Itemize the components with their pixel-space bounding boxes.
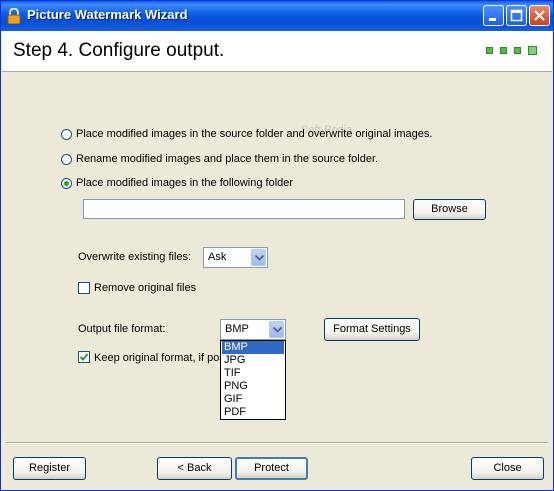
output-folder-input[interactable] bbox=[83, 199, 405, 219]
browse-button[interactable]: Browse bbox=[413, 199, 486, 220]
minimize-icon bbox=[489, 18, 496, 21]
keep-format-checkbox[interactable] bbox=[78, 351, 90, 363]
format-settings-button[interactable]: Format Settings bbox=[324, 318, 420, 341]
remove-original-checkbox[interactable] bbox=[78, 282, 90, 294]
output-format-value: BMP bbox=[225, 323, 249, 335]
output-format-select[interactable]: BMP bbox=[220, 319, 286, 340]
radio-dot bbox=[64, 181, 69, 186]
window-title: Picture Watermark Wizard bbox=[27, 7, 188, 22]
radio-following-folder-label[interactable]: Place modified images in the following f… bbox=[76, 177, 293, 189]
page-title: Step 4. Configure output. bbox=[13, 40, 225, 61]
overwrite-dropdown-button[interactable] bbox=[251, 249, 266, 266]
browse-button-label: Browse bbox=[431, 203, 468, 215]
footer-divider bbox=[6, 442, 548, 444]
protect-button[interactable]: Protect bbox=[235, 457, 308, 480]
format-option-pdf[interactable]: PDF bbox=[222, 406, 284, 419]
output-format-dropdown-button[interactable] bbox=[269, 321, 284, 338]
close-icon bbox=[534, 10, 545, 21]
overwrite-select[interactable]: Ask bbox=[203, 247, 268, 268]
progress-step-2 bbox=[500, 47, 507, 54]
close-button[interactable]: Close bbox=[471, 457, 544, 480]
lock-icon bbox=[7, 8, 21, 24]
radio-rename-in-source-label[interactable]: Rename modified images and place them in… bbox=[76, 153, 378, 165]
overwrite-select-value: Ask bbox=[208, 251, 227, 263]
keep-format-label[interactable]: Keep original format, if pos bbox=[94, 352, 225, 364]
radio-overwrite-originals[interactable] bbox=[61, 129, 72, 140]
title-bar[interactable]: Picture Watermark Wizard bbox=[1, 1, 553, 31]
output-format-label: Output file format: bbox=[78, 323, 166, 335]
checkmark-icon bbox=[79, 353, 89, 361]
radio-rename-in-source[interactable] bbox=[61, 154, 72, 165]
overwrite-label: Overwrite existing files: bbox=[78, 251, 192, 263]
wizard-window: Picture Watermark Wizard Step 4. Configu… bbox=[0, 0, 554, 491]
format-option-gif[interactable]: GIF bbox=[222, 393, 284, 406]
back-button[interactable]: < Back bbox=[157, 457, 232, 480]
format-option-tif[interactable]: TIF bbox=[222, 367, 284, 380]
remove-original-label[interactable]: Remove original files bbox=[94, 282, 196, 294]
register-button[interactable]: Register bbox=[13, 457, 86, 480]
register-button-label: Register bbox=[29, 462, 70, 474]
format-option-png[interactable]: PNG bbox=[222, 380, 284, 393]
maximize-icon bbox=[510, 9, 523, 22]
format-option-bmp[interactable]: BMP bbox=[222, 341, 284, 354]
close-window-button[interactable] bbox=[529, 5, 550, 26]
protect-button-label: Protect bbox=[254, 462, 289, 474]
radio-overwrite-originals-label[interactable]: Place modified images in the source fold… bbox=[76, 128, 432, 140]
chevron-down-icon bbox=[255, 255, 264, 261]
minimize-button[interactable] bbox=[483, 5, 504, 26]
chevron-down-icon bbox=[273, 327, 282, 333]
output-format-dropdown-list[interactable]: BMP JPG TIF PNG GIF PDF bbox=[220, 340, 286, 420]
close-button-label: Close bbox=[493, 462, 522, 474]
back-button-label: < Back bbox=[177, 462, 212, 474]
progress-step-1 bbox=[486, 47, 493, 54]
radio-following-folder[interactable] bbox=[61, 178, 72, 189]
wizard-header: Step 4. Configure output. bbox=[2, 31, 552, 72]
maximize-button[interactable] bbox=[506, 5, 527, 26]
format-settings-button-label: Format Settings bbox=[333, 323, 411, 335]
format-option-jpg[interactable]: JPG bbox=[222, 354, 284, 367]
progress-step-4-current bbox=[528, 46, 537, 55]
progress-step-3 bbox=[514, 47, 521, 54]
